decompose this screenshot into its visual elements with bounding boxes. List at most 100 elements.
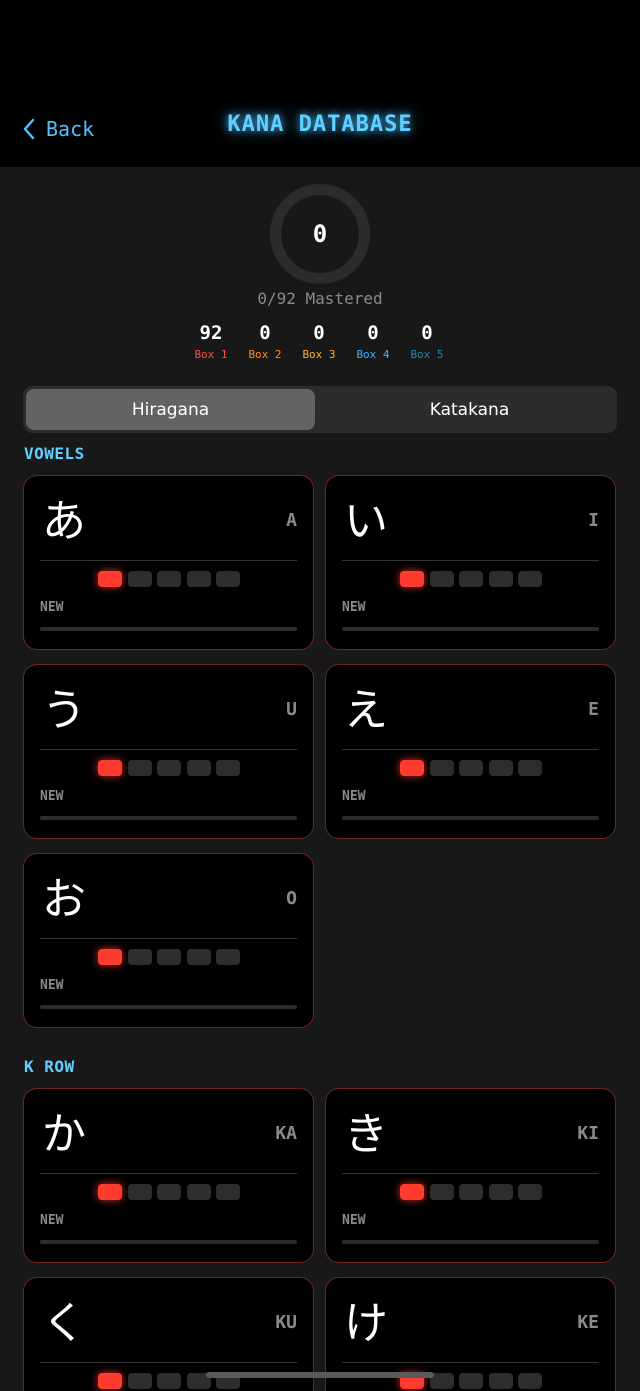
box-level-dot	[157, 1184, 181, 1200]
box-level-dot	[98, 571, 122, 587]
box-level-dot	[488, 760, 513, 776]
box-level-dot	[98, 1184, 122, 1200]
box-level-indicator	[400, 571, 542, 587]
kana-status: NEW	[40, 1213, 64, 1228]
progress-bar	[342, 1240, 599, 1244]
kana-status: NEW	[40, 600, 64, 615]
kana-romaji: E	[588, 699, 599, 720]
progress-bar	[40, 627, 297, 631]
segment-hiragana[interactable]: Hiragana	[26, 389, 315, 430]
card-divider	[342, 1362, 599, 1363]
box-stat-label: Box 1	[194, 348, 228, 361]
box-level-dot	[157, 571, 181, 587]
progress-bar	[40, 1240, 297, 1244]
segment-katakana[interactable]: Katakana	[325, 389, 614, 430]
top-bar: Back KANA DATABASE	[0, 0, 640, 167]
box-level-dot	[429, 571, 454, 587]
box-level-dot	[127, 571, 152, 587]
box-level-dot	[127, 1184, 152, 1200]
kana-character: う	[42, 685, 86, 736]
kana-romaji: KE	[577, 1312, 599, 1333]
kana-character: き	[344, 1109, 388, 1160]
box-stat-count: 0	[367, 322, 379, 344]
box-level-dot	[429, 760, 454, 776]
card-divider	[40, 1362, 297, 1363]
page-title: KANA DATABASE	[227, 112, 413, 137]
kana-card[interactable]: い I NEW	[325, 475, 616, 650]
mastery-ring: 0	[270, 184, 370, 284]
card-divider	[342, 560, 599, 561]
box-level-dot	[518, 1373, 542, 1389]
kana-card[interactable]: う U NEW	[23, 664, 314, 839]
box-level-dot	[127, 760, 152, 776]
kana-romaji: A	[286, 510, 297, 531]
box-level-dot	[98, 949, 122, 965]
kana-card[interactable]: え E NEW	[325, 664, 616, 839]
kana-character: か	[42, 1109, 86, 1160]
box-stat-count: 0	[421, 322, 433, 344]
box-stat-label: Box 5	[410, 348, 444, 361]
box-level-dot	[459, 571, 483, 587]
box-level-dot	[216, 1184, 240, 1200]
box-stat-2: 0 Box 2	[238, 320, 292, 363]
box-level-indicator	[98, 571, 240, 587]
box-level-dot	[518, 1184, 542, 1200]
box-stat-3: 0 Box 3	[292, 320, 346, 363]
box-stat-label: Box 2	[248, 348, 282, 361]
box-stat-4: 0 Box 4	[346, 320, 400, 363]
box-stat-1: 92 Box 1	[184, 320, 238, 363]
box-level-dot	[216, 760, 240, 776]
kana-card[interactable]: あ A NEW	[23, 475, 314, 650]
box-level-dot	[429, 1184, 454, 1200]
box-stat-count: 0	[313, 322, 325, 344]
box-level-dot	[400, 571, 424, 587]
box-level-dot	[127, 949, 152, 965]
box-stat-label: Box 3	[302, 348, 336, 361]
kana-character: お	[42, 874, 86, 925]
card-divider	[40, 749, 297, 750]
box-level-dot	[518, 760, 542, 776]
box-level-dot	[157, 1373, 181, 1389]
progress-bar	[40, 1005, 297, 1009]
card-divider	[40, 560, 297, 561]
box-stat-5: 0 Box 5	[400, 320, 454, 363]
kana-card[interactable]: お O NEW	[23, 853, 314, 1028]
kana-status: NEW	[342, 600, 366, 615]
card-divider	[40, 938, 297, 939]
kana-romaji: O	[286, 888, 297, 909]
box-stat-label: Box 4	[356, 348, 390, 361]
box-level-dot	[157, 949, 181, 965]
kana-character: け	[344, 1298, 388, 1349]
kana-character: い	[344, 496, 388, 547]
progress-bar	[342, 816, 599, 820]
box-level-dot	[216, 949, 240, 965]
progress-bar	[40, 816, 297, 820]
box-level-indicator	[98, 1184, 240, 1200]
kana-character: あ	[42, 496, 86, 547]
section-title-vowels: VOWELS	[24, 444, 85, 463]
kana-status: NEW	[40, 978, 64, 993]
mastery-ring-value: 0	[312, 220, 328, 248]
kana-card[interactable]: き KI NEW	[325, 1088, 616, 1263]
kana-card[interactable]: か KA NEW	[23, 1088, 314, 1263]
box-level-dot	[216, 571, 240, 587]
box-level-dot	[459, 1184, 483, 1200]
box-level-indicator	[98, 949, 240, 965]
kana-romaji: KI	[577, 1123, 599, 1144]
box-level-dot	[157, 760, 181, 776]
card-divider	[342, 749, 599, 750]
box-level-dot	[488, 571, 513, 587]
script-segmented-control: Hiragana Katakana	[23, 386, 617, 433]
box-level-dot	[98, 1373, 122, 1389]
box-level-dot	[127, 1373, 152, 1389]
box-level-dot	[186, 949, 211, 965]
box-level-dot	[488, 1184, 513, 1200]
box-level-dot	[400, 1184, 424, 1200]
mastered-count: 0/92 Mastered	[257, 289, 383, 308]
kana-status: NEW	[342, 789, 366, 804]
kana-romaji: KA	[275, 1123, 297, 1144]
box-level-dot	[186, 1184, 211, 1200]
home-indicator	[206, 1372, 434, 1378]
box-level-dot	[98, 760, 122, 776]
box-level-dot	[186, 571, 211, 587]
